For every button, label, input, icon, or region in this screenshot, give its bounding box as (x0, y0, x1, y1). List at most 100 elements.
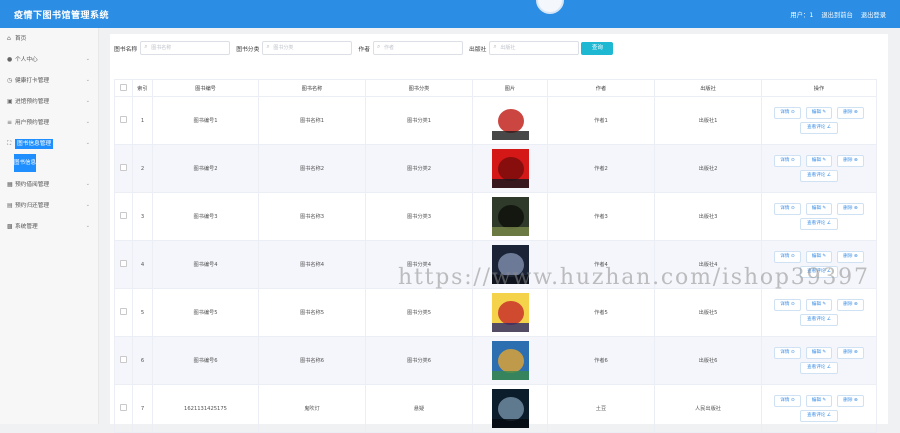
search-field-2[interactable]: ⌕ (262, 41, 353, 55)
sidebar-item-4[interactable]: ▣ 进馆预约管理 ⌄ (0, 91, 98, 112)
detail-button[interactable]: 详情 ⊙ (774, 347, 801, 359)
sidebar-item-2[interactable]: ● 个人中心 ⌄ (0, 49, 98, 70)
detail-button[interactable]: 详情 ⊙ (774, 155, 801, 167)
sidebar-item-7[interactable]: ▦ 预约借阅管理 ⌄ (0, 174, 98, 195)
delete-button[interactable]: 删除 ⊗ (837, 251, 864, 263)
chevron-down-icon: ⌄ (85, 56, 90, 62)
chevron-down-icon: ⌄ (85, 140, 90, 146)
cell-cover (472, 96, 548, 145)
edit-button[interactable]: 编辑 ✎ (805, 251, 833, 263)
avatar[interactable] (536, 0, 564, 14)
chevron-down-icon: ⌄ (85, 119, 90, 125)
search-field-3[interactable]: ⌕ (373, 41, 464, 55)
row-select-cell[interactable] (114, 192, 133, 241)
row-select-cell[interactable] (114, 240, 133, 289)
row-select-cell[interactable] (114, 96, 133, 145)
sidebar-subitem-book-info[interactable]: 图书信息 (14, 154, 36, 172)
row-select-cell[interactable] (114, 288, 133, 337)
cell-publisher: 出版社5 (654, 288, 762, 337)
row-checkbox[interactable] (120, 404, 127, 411)
row-select-cell[interactable] (114, 384, 133, 433)
sidebar-item-3[interactable]: ◷ 健康打卡管理 ⌄ (0, 70, 98, 91)
edit-button[interactable]: 编辑 ✎ (805, 299, 833, 311)
row-select-cell[interactable] (114, 144, 133, 193)
delete-button[interactable]: 删除 ⊗ (837, 155, 864, 167)
row-checkbox[interactable] (120, 164, 127, 171)
search-field-4[interactable]: ⌕ (489, 41, 580, 55)
cell-book-code: 图书编号6 (152, 336, 259, 385)
sidebar-item-5[interactable]: ≡ 用户预约管理 ⌄ (0, 112, 98, 133)
row-select-cell[interactable] (114, 336, 133, 385)
select-all-checkbox[interactable] (120, 83, 127, 91)
column-header: 索引 (132, 79, 153, 97)
sidebar-item-9[interactable]: ▩ 系统管理 ⌄ (0, 216, 98, 237)
delete-button[interactable]: 删除 ⊗ (837, 299, 864, 311)
delete-button[interactable]: 删除 ⊗ (837, 107, 864, 119)
row-checkbox[interactable] (120, 212, 127, 219)
search-input[interactable] (384, 42, 459, 54)
view-comments-button[interactable]: 查看评论 ∠ (800, 314, 838, 326)
sidebar-item-8[interactable]: ▤ 预约归还管理 ⌄ (0, 195, 98, 216)
book-cover-image (491, 197, 529, 236)
top-bar: 疫情下图书馆管理系统 用户：1 退出到前台 退出登录 (0, 0, 900, 28)
detail-button[interactable]: 详情 ⊙ (774, 395, 801, 407)
row-checkbox[interactable] (120, 356, 127, 363)
search-icon: ⌕ (377, 43, 381, 50)
message-icon: ▣ (7, 98, 13, 105)
delete-button[interactable]: 删除 ⊗ (837, 203, 864, 215)
search-input[interactable] (500, 42, 575, 54)
cell-actions: 详情 ⊙ 编辑 ✎ 删除 ⊗ 查看评论 ∠ (761, 336, 877, 385)
sidebar-item-6[interactable]: ⛶ 图书信息管理 ⌄ (0, 133, 98, 154)
edit-button[interactable]: 编辑 ✎ (805, 107, 833, 119)
search-field-1[interactable]: ⌕ (140, 41, 231, 55)
cell-book-code: 图书编号2 (152, 144, 259, 193)
select-all-cell[interactable] (114, 79, 133, 97)
delete-button[interactable]: 删除 ⊗ (837, 395, 864, 407)
view-comments-button[interactable]: 查看评论 ∠ (800, 362, 838, 374)
cell-book-code: 图书编号4 (152, 240, 259, 289)
column-header: 图书名称 (258, 79, 366, 97)
cell-actions: 详情 ⊙ 编辑 ✎ 删除 ⊗ 查看评论 ∠ (761, 288, 877, 337)
search-input[interactable] (151, 42, 226, 54)
column-header: 出版社 (654, 79, 762, 97)
cell-book-category: 悬疑 (365, 384, 473, 433)
search-input[interactable] (273, 42, 348, 54)
sidebar-item-1[interactable]: ⌂ 首页 (0, 28, 98, 49)
view-comments-button[interactable]: 查看评论 ∠ (800, 170, 838, 182)
row-checkbox[interactable] (120, 260, 127, 267)
cell-book-name: 图书名称2 (258, 144, 366, 193)
logout-link[interactable]: 退出登录 (861, 10, 886, 19)
box-icon: ▩ (7, 223, 13, 230)
detail-button[interactable]: 详情 ⊙ (774, 107, 801, 119)
back-to-frontend-link[interactable]: 退出到前台 (821, 10, 852, 19)
row-checkbox[interactable] (120, 116, 127, 123)
cell-index: 6 (132, 336, 153, 385)
cell-book-name: 图书名称3 (258, 192, 366, 241)
book-table: 索引 图书编号 图书名称 图书分类 图片 作者 出版社 操作 1 图书编号1 图书名称1 图书分类1… (114, 79, 877, 433)
book-cover-image (491, 101, 529, 140)
detail-button[interactable]: 详情 ⊙ (774, 299, 801, 311)
expand-icon: ⛶ (7, 140, 12, 147)
cell-publisher: 人民出版社 (654, 384, 762, 433)
search-button[interactable]: 查询 (581, 41, 614, 55)
delete-button[interactable]: 删除 ⊗ (837, 347, 864, 359)
cell-book-name: 鬼吹灯 (258, 384, 366, 433)
detail-button[interactable]: 详情 ⊙ (774, 203, 801, 215)
view-comments-button[interactable]: 查看评论 ∠ (800, 218, 838, 230)
detail-button[interactable]: 详情 ⊙ (774, 251, 801, 263)
edit-button[interactable]: 编辑 ✎ (805, 155, 833, 167)
edit-button[interactable]: 编辑 ✎ (805, 395, 833, 407)
search-icon: ⌕ (144, 43, 148, 50)
view-comments-button[interactable]: 查看评论 ∠ (800, 410, 838, 422)
cell-author: 土豆 (547, 384, 655, 433)
table-row: 1 图书编号1 图书名称1 图书分类1 作者1 出版社1 详情 ⊙ 编辑 ✎ 删除 ⊗ 查看评论 … (114, 96, 877, 145)
book-cover-image (491, 389, 529, 428)
edit-button[interactable]: 编辑 ✎ (805, 203, 833, 215)
sidebar-item-label: 进馆预约管理 (15, 99, 50, 105)
chevron-down-icon: ⌄ (85, 223, 90, 229)
view-comments-button[interactable]: 查看评论 ∠ (800, 122, 838, 134)
edit-button[interactable]: 编辑 ✎ (805, 347, 833, 359)
search-icon: ⌕ (266, 43, 270, 50)
row-checkbox[interactable] (120, 308, 127, 315)
sidebar-item-label: 预约归还管理 (15, 203, 50, 209)
